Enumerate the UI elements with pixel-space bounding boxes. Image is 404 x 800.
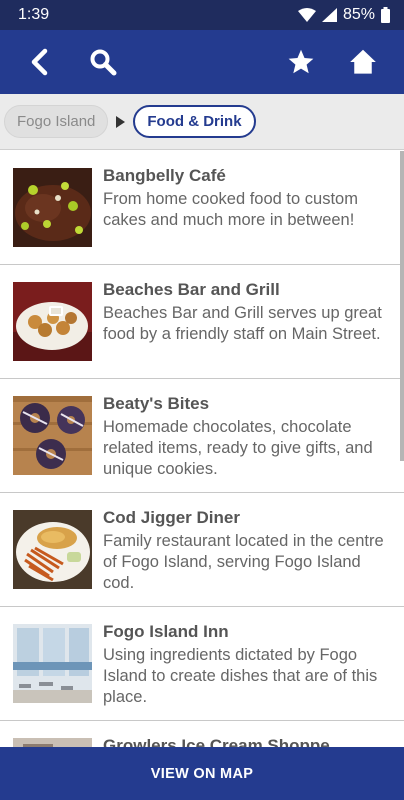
home-icon xyxy=(350,49,376,74)
search-icon xyxy=(90,49,117,76)
item-description: Homemade chocolates, chocolate related i… xyxy=(103,418,373,478)
search-button[interactable] xyxy=(83,42,123,82)
home-button[interactable] xyxy=(343,42,383,82)
list-item[interactable]: Bangbelly Café From home cooked food to … xyxy=(0,151,404,265)
list-item[interactable]: Growlers Ice Cream Shoppe xyxy=(0,721,404,747)
status-icons: 85% xyxy=(297,6,390,24)
item-thumbnail xyxy=(13,624,92,703)
item-title: Fogo Island Inn xyxy=(103,622,229,641)
status-bar: 1:39 85% xyxy=(0,0,404,30)
breadcrumb-food-drink[interactable]: Food & Drink xyxy=(133,105,256,138)
item-description: From home cooked food to custom cakes an… xyxy=(103,190,358,229)
item-title: Cod Jigger Diner xyxy=(103,508,240,527)
signal-icon xyxy=(321,8,337,22)
list-item[interactable]: Cod Jigger Diner Family restaurant locat… xyxy=(0,493,404,607)
wifi-icon xyxy=(297,8,316,22)
item-title: Bangbelly Café xyxy=(103,166,226,185)
battery-percent: 85% xyxy=(342,6,375,23)
breadcrumb: Fogo Island Food & Drink xyxy=(0,94,404,150)
scrollbar[interactable] xyxy=(400,151,404,461)
item-description: Beaches Bar and Grill serves up great fo… xyxy=(103,304,382,343)
view-on-map-button[interactable]: VIEW ON MAP xyxy=(0,747,404,800)
list-item[interactable]: Beaty's Bites Homemade chocolates, choco… xyxy=(0,379,404,493)
star-icon xyxy=(288,49,314,74)
item-thumbnail xyxy=(13,738,92,747)
item-thumbnail xyxy=(13,168,92,247)
item-thumbnail xyxy=(13,282,92,361)
favorite-button[interactable] xyxy=(281,42,321,82)
app-bar xyxy=(0,30,404,94)
item-thumbnail xyxy=(13,396,92,475)
back-button[interactable] xyxy=(20,42,60,82)
list-item[interactable]: Fogo Island Inn Using ingredients dictat… xyxy=(0,607,404,721)
item-description: Family restaurant located in the centre … xyxy=(103,532,384,592)
listing-list[interactable]: Bangbelly Café From home cooked food to … xyxy=(0,151,404,747)
breadcrumb-fogo-island[interactable]: Fogo Island xyxy=(4,105,109,138)
item-title: Growlers Ice Cream Shoppe xyxy=(103,736,330,747)
item-thumbnail xyxy=(13,510,92,589)
item-title: Beaty's Bites xyxy=(103,394,210,413)
item-description: Using ingredients dictated by Fogo Islan… xyxy=(103,646,378,706)
list-item[interactable]: Beaches Bar and Grill Beaches Bar and Gr… xyxy=(0,265,404,379)
battery-icon xyxy=(381,7,390,23)
status-time: 1:39 xyxy=(18,6,50,23)
back-arrow-icon xyxy=(31,48,48,76)
item-title: Beaches Bar and Grill xyxy=(103,280,280,299)
breadcrumb-separator-icon xyxy=(116,115,126,128)
